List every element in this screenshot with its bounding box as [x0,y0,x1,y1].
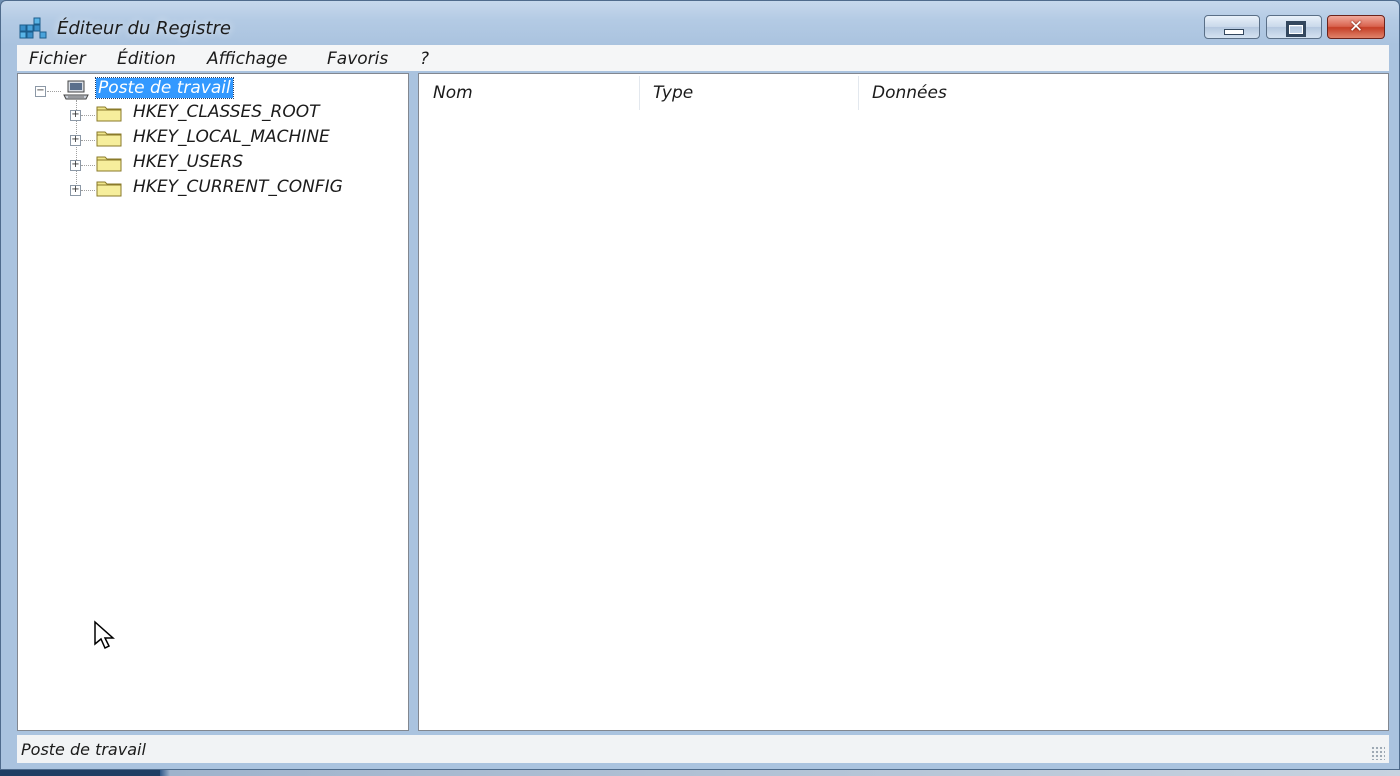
tree-node-root[interactable]: − Poste de travail [18,77,398,102]
column-header-type[interactable]: Type [639,74,858,110]
close-icon: ✕ [1348,17,1364,37]
maximize-button[interactable] [1266,15,1322,39]
menu-help[interactable]: ? [420,49,429,69]
menu-edition[interactable]: Édition [117,49,176,69]
mouse-cursor-icon [94,620,115,650]
folder-icon [96,106,122,122]
expand-icon[interactable]: + [70,110,81,121]
taskbar-edge [0,770,1400,776]
tree-label-hklm[interactable]: HKEY_LOCAL_MACHINE [133,127,330,147]
registry-icon [19,17,47,39]
status-bar: Poste de travail [17,735,1389,763]
menu-affichage[interactable]: Affichage [207,49,287,69]
tree-node-hkcc[interactable]: + HKEY_CURRENT_CONFIG [18,177,398,201]
expand-icon[interactable]: + [70,160,81,171]
tree-node-hklm[interactable]: + HKEY_LOCAL_MACHINE [18,127,398,151]
column-header-nom[interactable]: Nom [419,74,639,110]
tree-label-hkcc[interactable]: HKEY_CURRENT_CONFIG [133,177,343,197]
column-header-donnees[interactable]: Données [858,74,1158,110]
title-bar[interactable]: Éditeur du Registre ✕ [1,1,1399,45]
folder-icon [96,181,122,197]
computer-icon [63,80,89,100]
key-tree-pane[interactable]: − Poste de travail + HKEY_CLASSES_ROOT + [17,73,409,731]
folder-icon [96,156,122,172]
tree-label-root[interactable]: Poste de travail [95,77,234,99]
status-text: Poste de travail [21,740,146,759]
tree-label-hkcr[interactable]: HKEY_CLASSES_ROOT [133,102,320,122]
values-list-pane[interactable]: Nom Type Données [418,73,1389,731]
tree-node-hkcr[interactable]: + HKEY_CLASSES_ROOT [18,102,398,126]
tree-label-hku[interactable]: HKEY_USERS [133,152,243,172]
expand-icon[interactable]: + [70,135,81,146]
tree-node-hku[interactable]: + HKEY_USERS [18,152,398,176]
menu-favoris[interactable]: Favoris [327,49,388,69]
menu-fichier[interactable]: Fichier [29,49,86,69]
registry-editor-window: Éditeur du Registre ✕ Fichier Édition Af… [0,0,1400,770]
window-title: Éditeur du Registre [57,18,231,39]
minimize-button[interactable] [1204,15,1260,39]
close-button[interactable]: ✕ [1327,15,1385,39]
menu-bar: Fichier Édition Affichage Favoris ? [17,45,1389,71]
collapse-icon[interactable]: − [35,86,46,97]
resize-grip-icon[interactable] [1371,746,1385,760]
folder-icon [96,131,122,147]
expand-icon[interactable]: + [70,185,81,196]
